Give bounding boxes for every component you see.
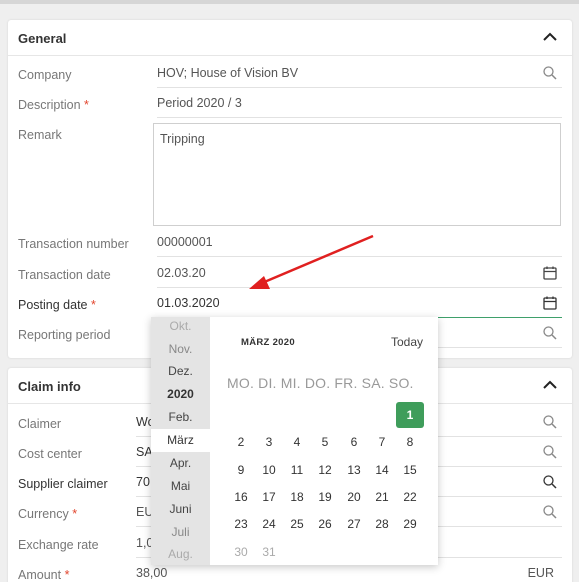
calendar-title: MÄRZ 2020 bbox=[241, 337, 295, 348]
weekday-header: MO. DI. MI. DO. FR. SA. SO. bbox=[227, 375, 414, 391]
month-item[interactable]: Dez. bbox=[151, 360, 210, 383]
day[interactable]: 11 bbox=[283, 457, 311, 483]
day[interactable]: 29 bbox=[396, 511, 424, 537]
day[interactable]: 10 bbox=[255, 457, 283, 483]
day[interactable]: 20 bbox=[340, 484, 368, 510]
month-item[interactable]: Okt. bbox=[151, 315, 210, 338]
month-item[interactable]: Aug. bbox=[151, 543, 210, 566]
day[interactable]: 3 bbox=[255, 429, 283, 455]
day[interactable]: 31 bbox=[255, 539, 283, 565]
day[interactable]: 21 bbox=[368, 484, 396, 510]
day[interactable]: 14 bbox=[368, 457, 396, 483]
date-picker[interactable]: Okt. Nov. Dez. 2020 Feb. März Apr. Mai J… bbox=[151, 317, 438, 565]
day[interactable]: 5 bbox=[311, 429, 339, 455]
year-item[interactable]: 2020 bbox=[151, 383, 210, 406]
day[interactable]: 2 bbox=[227, 429, 255, 455]
day[interactable]: 9 bbox=[227, 457, 255, 483]
month-item[interactable]: Feb. bbox=[151, 406, 210, 429]
month-list[interactable]: Okt. Nov. Dez. 2020 Feb. März Apr. Mai J… bbox=[151, 317, 210, 565]
month-item[interactable]: Apr. bbox=[151, 452, 210, 475]
day[interactable]: 27 bbox=[340, 511, 368, 537]
month-item[interactable]: Nov. bbox=[151, 338, 210, 361]
day[interactable]: 15 bbox=[396, 457, 424, 483]
day[interactable]: 25 bbox=[283, 511, 311, 537]
day-selected[interactable]: 1 bbox=[396, 402, 424, 428]
month-item[interactable]: Juli bbox=[151, 521, 210, 544]
day[interactable]: 28 bbox=[368, 511, 396, 537]
day[interactable]: 16 bbox=[227, 484, 255, 510]
day[interactable]: 22 bbox=[396, 484, 424, 510]
day[interactable]: 13 bbox=[340, 457, 368, 483]
today-button[interactable]: Today bbox=[391, 335, 423, 349]
day[interactable]: 26 bbox=[311, 511, 339, 537]
day[interactable]: 12 bbox=[311, 457, 339, 483]
day[interactable]: 24 bbox=[255, 511, 283, 537]
day[interactable]: 4 bbox=[283, 429, 311, 455]
day[interactable]: 7 bbox=[368, 429, 396, 455]
day[interactable]: 17 bbox=[255, 484, 283, 510]
day[interactable]: 19 bbox=[311, 484, 339, 510]
day[interactable]: 6 bbox=[340, 429, 368, 455]
day[interactable]: 23 bbox=[227, 511, 255, 537]
day[interactable]: 30 bbox=[227, 539, 255, 565]
month-item-selected[interactable]: März bbox=[151, 429, 210, 452]
month-item[interactable]: Juni bbox=[151, 498, 210, 521]
day[interactable]: 18 bbox=[283, 484, 311, 510]
month-item[interactable]: Mai bbox=[151, 475, 210, 498]
day[interactable]: 8 bbox=[396, 429, 424, 455]
